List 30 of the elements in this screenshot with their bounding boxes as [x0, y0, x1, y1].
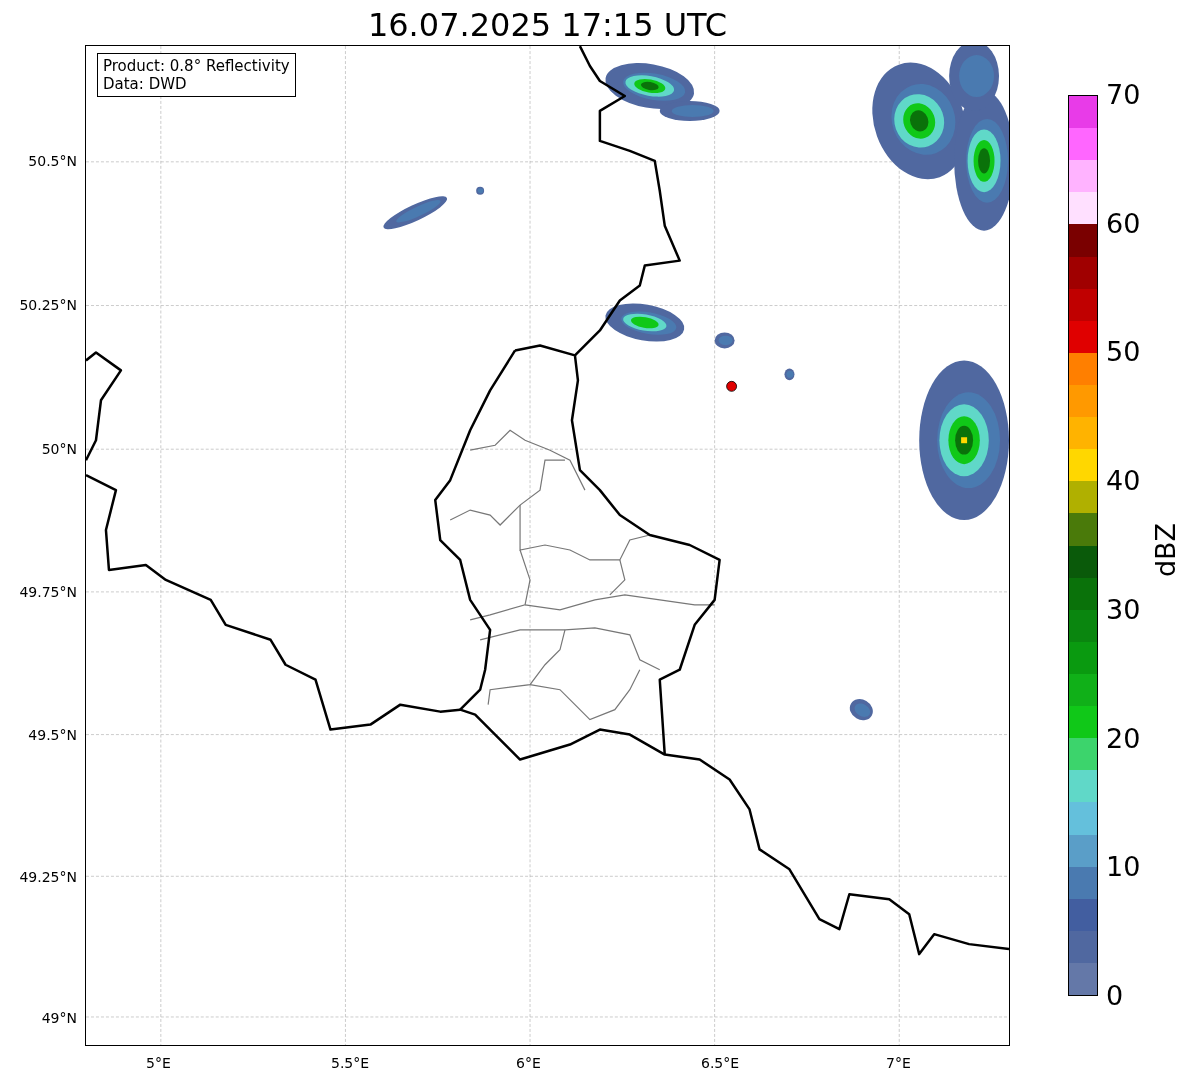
latitude-label: 50°N	[41, 441, 77, 457]
latitude-label: 49.75°N	[19, 584, 77, 600]
radar-echo	[784, 368, 795, 381]
radar-echo	[476, 186, 485, 195]
latitude-label: 49.25°N	[19, 869, 77, 885]
colorbar-label: dBZ	[1150, 522, 1181, 578]
latitude-label: 50.5°N	[28, 153, 77, 169]
radar-echo	[849, 699, 873, 721]
colorbar-tick-label: 50	[1106, 337, 1141, 368]
radar-echo	[383, 196, 448, 230]
longitude-label: 5°E	[146, 1055, 171, 1071]
longitude-label: 6.5°E	[701, 1055, 740, 1071]
colorbar-tick-label: 40	[1106, 466, 1141, 497]
annotation-text: Product: 0.8° Reflectivity	[103, 57, 290, 75]
map-title: 16.07.2025 17:15 UTC	[367, 5, 728, 45]
colorbar-tick-label: 10	[1106, 852, 1141, 883]
latitude-label: 49°N	[41, 1010, 77, 1026]
colorbar-tick-label: 30	[1106, 594, 1141, 625]
longitude-label: 6°E	[516, 1055, 541, 1071]
colorbar-tick-label: 70	[1106, 80, 1141, 110]
longitude-label: 7°E	[886, 1055, 911, 1071]
latitude-label: 49.5°N	[28, 727, 77, 743]
longitude-label: 5.5°E	[331, 1055, 370, 1071]
colorbar-tick-label: 60	[1106, 208, 1141, 239]
latitude-label: 50.25°N	[19, 297, 77, 313]
colorbar-tick-label: 20	[1106, 723, 1141, 754]
radar-echo	[714, 332, 735, 349]
radar-station-marker	[726, 380, 737, 392]
colorbar-tick-label: 0	[1106, 981, 1124, 1011]
annotation-text: Data: DWD	[103, 75, 188, 93]
